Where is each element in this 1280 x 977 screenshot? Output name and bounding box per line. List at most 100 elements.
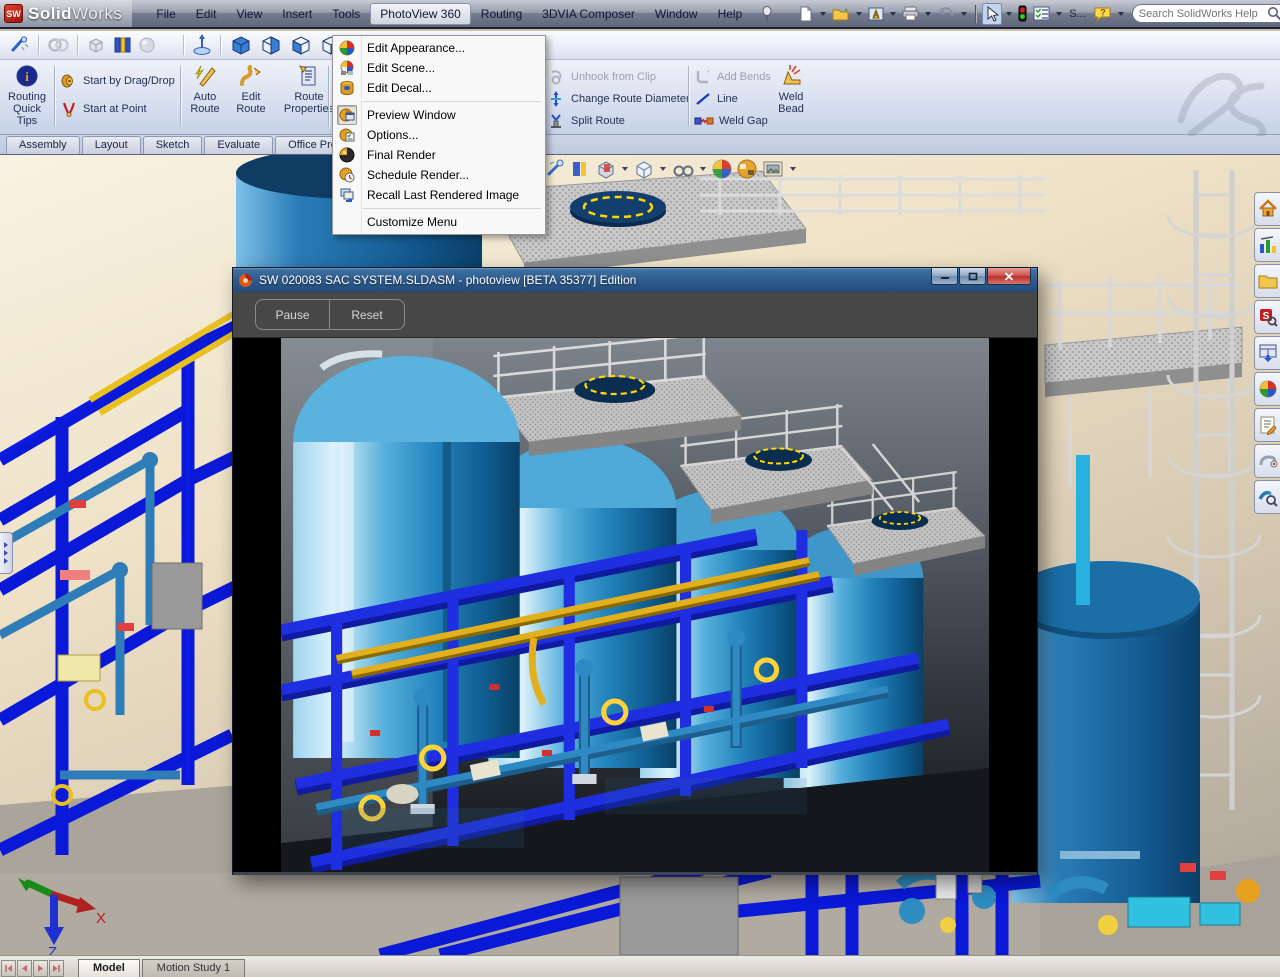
tab-nav-prev-button[interactable]: [17, 960, 32, 977]
route-properties-button[interactable]: Route Properties: [278, 64, 340, 115]
preview-window-icon: [337, 105, 357, 125]
view-settings-icon[interactable]: [761, 158, 785, 180]
view-cube-back-icon[interactable]: [259, 34, 283, 56]
search-input[interactable]: [1139, 8, 1267, 20]
tab-sketch[interactable]: Sketch: [143, 136, 203, 154]
tab-assembly[interactable]: Assembly: [6, 136, 80, 154]
menu-item-preview-window[interactable]: Preview Window: [333, 105, 545, 125]
undo-button[interactable]: [935, 4, 957, 23]
apply-scene-icon[interactable]: [736, 158, 758, 180]
sphere-icon[interactable]: [138, 36, 156, 54]
print-button[interactable]: [900, 4, 921, 23]
start-at-point-button[interactable]: Start at Point: [60, 98, 182, 120]
reset-button[interactable]: Reset: [330, 300, 404, 329]
tab-nav-first-button[interactable]: [1, 960, 16, 977]
edit-appearance-hud-icon[interactable]: [711, 158, 733, 180]
search-box[interactable]: [1132, 4, 1280, 23]
menu-help[interactable]: Help: [708, 3, 753, 25]
menu-item-final-render[interactable]: Final Render: [333, 145, 545, 165]
routing-clips-tab[interactable]: [1254, 444, 1280, 478]
menu-file[interactable]: File: [146, 3, 185, 25]
tab-layout[interactable]: Layout: [82, 136, 141, 154]
menu-item-options[interactable]: Options...: [333, 125, 545, 145]
menu-view[interactable]: View: [226, 3, 272, 25]
menu-edit[interactable]: Edit: [186, 3, 227, 25]
menu-insert[interactable]: Insert: [272, 3, 322, 25]
weld-bead-button[interactable]: Weld Bead: [772, 64, 810, 115]
line-button[interactable]: Line: [694, 88, 771, 110]
new-document-dropdown[interactable]: [820, 12, 826, 16]
select-tool-button[interactable]: [982, 3, 1002, 25]
section-view-icon[interactable]: [595, 158, 617, 180]
zoom-area-icon[interactable]: [570, 158, 592, 180]
menu-tools[interactable]: Tools: [322, 3, 370, 25]
display-style-icon[interactable]: [671, 158, 695, 180]
select-tool-dropdown[interactable]: [1006, 12, 1012, 16]
section-view-dropdown[interactable]: [622, 167, 628, 171]
open-document-dropdown[interactable]: [856, 12, 862, 16]
change-route-diameter-button[interactable]: Change Route Diameter: [548, 88, 690, 110]
motion-study-tab[interactable]: Motion Study 1: [142, 959, 245, 977]
open-document-button[interactable]: [830, 4, 852, 24]
menu-item-edit-scene[interactable]: Edit Scene...: [333, 58, 545, 78]
edit-route-button[interactable]: Edit Route: [232, 64, 270, 115]
photoview-preview-window[interactable]: SW 020083 SAC SYSTEM.SLDASM - photoview …: [232, 267, 1038, 875]
menu-3dvia-composer[interactable]: 3DVIA Composer: [532, 3, 645, 25]
view-cube-left-icon[interactable]: [289, 34, 313, 56]
mates-icon[interactable]: [47, 36, 69, 54]
preview-restore-button[interactable]: [959, 268, 986, 285]
help-balloon-dropdown[interactable]: [1118, 12, 1124, 16]
menu-photoview360[interactable]: PhotoView 360: [370, 3, 471, 25]
solidworks-search-tab[interactable]: S: [1254, 300, 1280, 334]
auto-route-button[interactable]: Auto Route: [186, 64, 224, 115]
weld-gap-button[interactable]: Weld Gap: [694, 110, 771, 132]
smart-fasteners-icon[interactable]: [10, 36, 30, 54]
toolbar-overflow-label[interactable]: S...: [1066, 8, 1089, 20]
menu-item-schedule-render[interactable]: Schedule Render...: [333, 165, 545, 185]
undo-dropdown[interactable]: [961, 12, 967, 16]
window-columns-icon[interactable]: [112, 36, 132, 54]
tab-nav-next-button[interactable]: [33, 960, 48, 977]
tab-nav-last-button[interactable]: [49, 960, 64, 977]
tab-evaluate[interactable]: Evaluate: [204, 136, 273, 154]
pause-button[interactable]: Pause: [256, 300, 330, 329]
publish-dropdown[interactable]: [890, 12, 896, 16]
routing-library-tab[interactable]: [1254, 480, 1280, 514]
menu-pin-icon[interactable]: [760, 6, 774, 22]
menu-item-recall-last-rendered[interactable]: Recall Last Rendered Image: [333, 185, 545, 205]
routing-quick-tips-button[interactable]: i Routing Quick Tips: [2, 64, 52, 127]
menu-item-edit-appearance[interactable]: Edit Appearance...: [333, 38, 545, 58]
split-route-button[interactable]: Split Route: [548, 110, 690, 132]
component-cube-icon[interactable]: [86, 36, 106, 54]
zoom-fit-icon[interactable]: [545, 158, 567, 180]
menu-item-customize-menu[interactable]: Customize Menu: [333, 212, 545, 232]
view-orientation-dropdown[interactable]: [660, 167, 666, 171]
help-balloon-icon[interactable]: ?: [1091, 4, 1114, 24]
new-document-button[interactable]: [796, 4, 816, 24]
file-explorer-tab[interactable]: [1254, 264, 1280, 298]
interference-light-icon[interactable]: [1016, 3, 1029, 24]
reference-axis-icon[interactable]: [192, 34, 212, 56]
design-checker-dropdown[interactable]: [1056, 12, 1062, 16]
preview-title-bar[interactable]: SW 020083 SAC SYSTEM.SLDASM - photoview …: [233, 268, 1037, 292]
menu-item-edit-decal[interactable]: Edit Decal...: [333, 78, 545, 98]
design-library-tab[interactable]: [1254, 228, 1280, 262]
menu-routing[interactable]: Routing: [471, 3, 532, 25]
view-palette-tab[interactable]: [1254, 336, 1280, 370]
model-tab[interactable]: Model: [78, 959, 140, 977]
appearances-scenes-tab[interactable]: [1254, 372, 1280, 406]
preview-minimize-button[interactable]: [931, 268, 958, 285]
view-orientation-icon[interactable]: [633, 158, 655, 180]
preview-close-button[interactable]: [987, 268, 1031, 285]
view-settings-dropdown[interactable]: [790, 167, 796, 171]
design-checker-button[interactable]: [1031, 4, 1052, 23]
display-style-dropdown[interactable]: [700, 167, 706, 171]
start-by-dragdrop-button[interactable]: Start by Drag/Drop: [60, 70, 182, 92]
solidworks-resources-tab[interactable]: [1254, 192, 1280, 226]
feature-tree-collapsed-tab[interactable]: [0, 532, 13, 574]
menu-window[interactable]: Window: [645, 3, 708, 25]
print-dropdown[interactable]: [925, 12, 931, 16]
publish-edrawings-button[interactable]: A: [866, 4, 886, 24]
view-cube-front-icon[interactable]: [229, 34, 253, 56]
custom-properties-tab[interactable]: [1254, 408, 1280, 442]
